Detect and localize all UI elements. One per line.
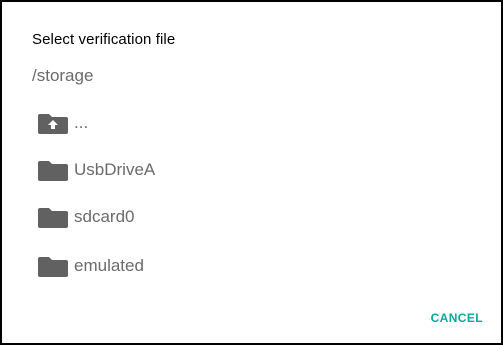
- list-item-label: UsbDriveA: [74, 160, 156, 179]
- current-path: /storage: [32, 66, 94, 85]
- folder-icon: [38, 208, 68, 228]
- file-select-dialog: Select verification file /storage ... Us…: [0, 0, 503, 345]
- list-item-usbdrivea[interactable]: UsbDriveA: [2, 146, 501, 194]
- folder-icon: [38, 161, 68, 181]
- dialog-title: Select verification file: [32, 31, 176, 48]
- list-item-label: ...: [74, 113, 89, 132]
- list-item-emulated[interactable]: emulated: [2, 242, 501, 290]
- list-item-parent-directory[interactable]: ...: [2, 99, 501, 147]
- folder-up-icon: [38, 114, 68, 134]
- list-item-sdcard0[interactable]: sdcard0: [2, 193, 501, 241]
- list-item-label: emulated: [74, 256, 144, 275]
- folder-icon: [38, 257, 68, 277]
- list-item-label: sdcard0: [74, 207, 135, 226]
- cancel-button[interactable]: CANCEL: [431, 311, 483, 325]
